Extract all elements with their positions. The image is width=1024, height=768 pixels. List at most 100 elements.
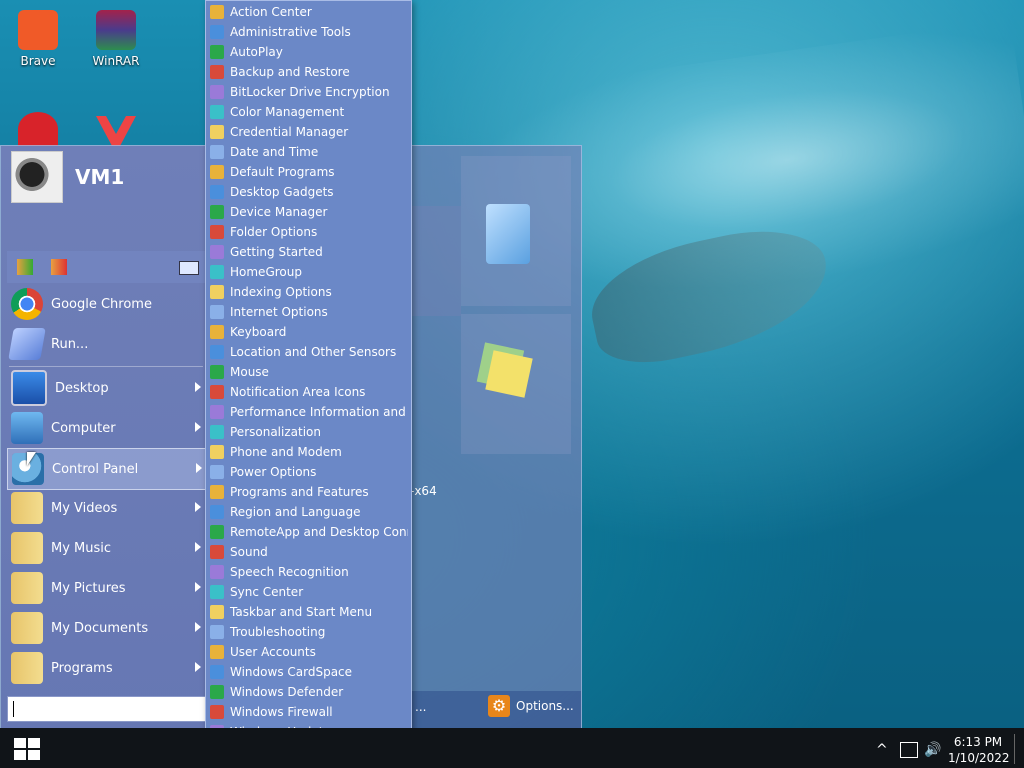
desktop-icon [11, 370, 47, 406]
cp-item-speech-recognition[interactable]: Speech Recognition [210, 562, 408, 582]
sticky-notes-icon [485, 350, 533, 398]
start-item-computer[interactable]: Computer [7, 408, 205, 448]
start-button[interactable] [14, 738, 40, 760]
cp-item-autoplay[interactable]: AutoPlay [210, 42, 408, 62]
start-item-my-videos[interactable]: My Videos [7, 488, 205, 528]
cp-item-getting-started[interactable]: Getting Started [210, 242, 408, 262]
cp-item-bitlocker-drive-encryption[interactable]: BitLocker Drive Encryption [210, 82, 408, 102]
cp-item-homegroup[interactable]: HomeGroup [210, 262, 408, 282]
cp-item-power-options[interactable]: Power Options [210, 462, 408, 482]
cp-item-internet-options[interactable]: Internet Options [210, 302, 408, 322]
search-input[interactable] [7, 696, 207, 722]
start-item-google-chrome[interactable]: Google Chrome [7, 284, 205, 324]
cp-item-label: Keyboard [230, 325, 287, 339]
gadget-icon [486, 204, 530, 264]
desktop-icon-brave[interactable]: Brave [6, 4, 70, 68]
add-program-icon[interactable] [17, 259, 33, 275]
options-button[interactable]: ⚙ Options... [488, 695, 574, 717]
start-item-my-documents[interactable]: My Documents [7, 608, 205, 648]
remove-program-icon[interactable] [51, 259, 67, 275]
user-section[interactable]: VM1 [11, 151, 124, 203]
cp-item-keyboard[interactable]: Keyboard [210, 322, 408, 342]
cp-item-folder-options[interactable]: Folder Options [210, 222, 408, 242]
start-item-desktop[interactable]: Desktop [7, 368, 205, 408]
opera-icon[interactable] [18, 112, 58, 146]
cp-item-credential-manager[interactable]: Credential Manager [210, 122, 408, 142]
brave-icon [18, 10, 58, 50]
show-desktop-button[interactable] [1014, 734, 1015, 764]
submenu-arrow-icon [195, 422, 201, 432]
cp-item-label: User Accounts [230, 645, 316, 659]
chevron-up-icon[interactable]: ^ [876, 742, 888, 758]
cp-item-windows-firewall[interactable]: Windows Firewall [210, 702, 408, 722]
user-name: VM1 [75, 165, 125, 189]
windows-cardspace-icon [210, 665, 224, 679]
cp-item-region-and-language[interactable]: Region and Language [210, 502, 408, 522]
options-label: Options... [516, 699, 574, 713]
cp-item-date-and-time[interactable]: Date and Time [210, 142, 408, 162]
default-programs-icon [210, 165, 224, 179]
cp-item-troubleshooting[interactable]: Troubleshooting [210, 622, 408, 642]
administrative-tools-icon [210, 25, 224, 39]
cp-item-remoteapp-and-desktop-conn[interactable]: RemoteApp and Desktop Conn [210, 522, 408, 542]
cp-item-performance-information-and-t[interactable]: Performance Information and T [210, 402, 408, 422]
cp-item-indexing-options[interactable]: Indexing Options [210, 282, 408, 302]
cp-item-programs-and-features[interactable]: Programs and Features [210, 482, 408, 502]
office-icon[interactable] [96, 116, 136, 146]
clock[interactable]: 6:13 PM 1/10/2022 [948, 734, 1010, 766]
start-item-run[interactable]: Run... [7, 324, 205, 364]
submenu-arrow-icon [195, 382, 201, 392]
start-item-label: Google Chrome [51, 296, 152, 312]
cp-item-location-and-other-sensors[interactable]: Location and Other Sensors [210, 342, 408, 362]
taskbar-and-start-menu-icon [210, 605, 224, 619]
cp-item-personalization[interactable]: Personalization [210, 422, 408, 442]
start-item-control-panel[interactable]: Control Panel [7, 448, 207, 490]
cp-item-color-management[interactable]: Color Management [210, 102, 408, 122]
user-accounts-icon [210, 645, 224, 659]
network-icon[interactable] [900, 742, 918, 758]
cp-item-notification-area-icons[interactable]: Notification Area Icons [210, 382, 408, 402]
cp-item-device-manager[interactable]: Device Manager [210, 202, 408, 222]
start-item-my-pictures[interactable]: My Pictures [7, 568, 205, 608]
cp-item-windows-cardspace[interactable]: Windows CardSpace [210, 662, 408, 682]
cp-item-administrative-tools[interactable]: Administrative Tools [210, 22, 408, 42]
start-item-programs[interactable]: Programs [7, 648, 205, 688]
cp-item-backup-and-restore[interactable]: Backup and Restore [210, 62, 408, 82]
avatar[interactable] [11, 151, 63, 203]
windows-logo-icon [14, 738, 26, 748]
more-link[interactable]: ... [415, 700, 426, 714]
cp-item-user-accounts[interactable]: User Accounts [210, 642, 408, 662]
device-manager-icon [210, 205, 224, 219]
control-panel-submenu: Action Center Administrative Tools AutoPla… [205, 0, 412, 743]
window-icon[interactable] [179, 261, 199, 275]
cp-item-label: Credential Manager [230, 125, 349, 139]
start-item-label: Computer [51, 420, 116, 436]
sound-icon [210, 545, 224, 559]
cp-item-label: Personalization [230, 425, 321, 439]
cp-item-phone-and-modem[interactable]: Phone and Modem [210, 442, 408, 462]
folder-icon [11, 652, 43, 684]
cp-item-desktop-gadgets[interactable]: Desktop Gadgets [210, 182, 408, 202]
start-item-label: My Documents [51, 620, 149, 636]
cp-item-label: Indexing Options [230, 285, 332, 299]
tile[interactable] [461, 314, 571, 454]
start-item-label: My Music [51, 540, 112, 556]
desktop-icon-winrar[interactable]: WinRAR [84, 4, 148, 68]
indexing-options-icon [210, 285, 224, 299]
cp-item-action-center[interactable]: Action Center [210, 2, 408, 22]
cp-item-sound[interactable]: Sound [210, 542, 408, 562]
start-item-label: My Videos [51, 500, 118, 516]
tile[interactable] [411, 206, 461, 316]
cp-item-label: Color Management [230, 105, 345, 119]
divider [9, 366, 203, 367]
start-item-my-music[interactable]: My Music [7, 528, 205, 568]
cp-item-default-programs[interactable]: Default Programs [210, 162, 408, 182]
cp-item-sync-center[interactable]: Sync Center [210, 582, 408, 602]
cp-item-windows-defender[interactable]: Windows Defender [210, 682, 408, 702]
getting-started-icon [210, 245, 224, 259]
volume-icon[interactable]: 🔊 [924, 742, 941, 758]
cp-item-taskbar-and-start-menu[interactable]: Taskbar and Start Menu [210, 602, 408, 622]
tile[interactable] [461, 156, 571, 306]
cp-item-mouse[interactable]: Mouse [210, 362, 408, 382]
cp-item-label: Windows Defender [230, 685, 344, 699]
